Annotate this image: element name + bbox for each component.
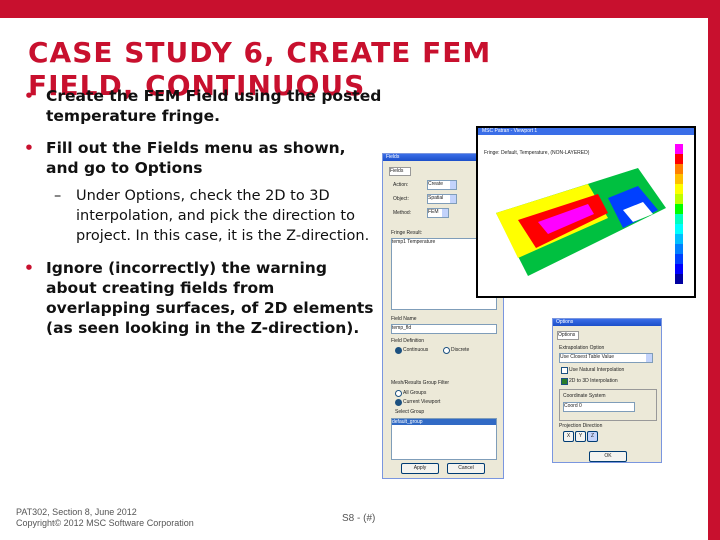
fringe-plot-svg xyxy=(496,168,666,276)
coord-label: Coordinate System xyxy=(563,393,606,399)
direction-x-button[interactable]: X xyxy=(563,431,574,442)
bullet-text: Ignore (incorrectly) the warning about c… xyxy=(46,259,374,337)
direction-z-button[interactable]: Z xyxy=(587,431,598,442)
legend-swatch xyxy=(675,254,683,264)
natural-interp-checkbox[interactable] xyxy=(561,367,568,374)
page-number: S8 - (#) xyxy=(342,513,376,524)
viewport-window: MSC Patran - Viewport 1 Fringe: Default,… xyxy=(476,126,696,298)
viewport-titlebar: MSC Patran - Viewport 1 xyxy=(478,128,694,135)
legend-swatch xyxy=(675,144,683,154)
bullet-dot-icon: • xyxy=(24,87,34,105)
interp-2d3d-label: 2D to 3D Interpolation xyxy=(569,378,618,384)
legend-swatch xyxy=(675,244,683,254)
legend-swatch xyxy=(675,184,683,194)
field-definition-label: Field Definition xyxy=(391,338,425,344)
legend-swatch xyxy=(675,234,683,244)
all-groups-radio[interactable] xyxy=(395,390,402,397)
select-group-label: Select Group xyxy=(395,409,425,415)
bullet-text: Create the FEM Field using the posted te… xyxy=(46,87,382,125)
footer-copyright: Copyright© 2012 MSC Software Corporation xyxy=(16,518,194,528)
footer: PAT302, Section 8, June 2012 Copyright© … xyxy=(16,507,194,529)
group-list[interactable]: default_group xyxy=(391,418,497,460)
current-viewport-radio[interactable] xyxy=(395,399,402,406)
cancel-button[interactable]: Cancel xyxy=(447,463,485,474)
method-label: Method: xyxy=(393,210,412,216)
coord-group: Coordinate System Coord 0 xyxy=(559,389,657,421)
right-accent-bar xyxy=(708,18,720,540)
bullet-list: • Create the FEM Field using the posted t… xyxy=(22,86,382,350)
tab-fields[interactable]: Fields xyxy=(389,167,411,176)
direction-y-button[interactable]: Y xyxy=(575,431,586,442)
field-name-input[interactable]: temp_fld xyxy=(391,324,497,334)
options-dialog-titlebar: Options xyxy=(553,319,661,326)
coord-input[interactable]: Coord 0 xyxy=(563,402,635,412)
bullet-dot-icon: • xyxy=(24,139,34,157)
sub-bullet-item: – Under Options, check the 2D to 3D inter… xyxy=(22,186,382,246)
projection-direction-label: Projection Direction xyxy=(559,423,603,429)
legend-swatch xyxy=(675,154,683,164)
action-select[interactable]: Create xyxy=(427,180,457,190)
discrete-label: Discrete xyxy=(451,347,470,353)
object-select[interactable]: Spatial xyxy=(427,194,457,204)
fringe-caption: Fringe: Default, Temperature, (NON-LAYER… xyxy=(484,150,590,156)
extrapolation-label: Extrapolation Option xyxy=(559,345,605,351)
legend-swatch xyxy=(675,214,683,224)
fringe-result-label: Fringe Result: xyxy=(391,230,423,236)
legend-swatch xyxy=(675,194,683,204)
ok-button[interactable]: OK xyxy=(589,451,627,462)
bullet-item: • Create the FEM Field using the posted t… xyxy=(22,86,382,126)
legend-swatch xyxy=(675,164,683,174)
method-select[interactable]: FEM xyxy=(427,208,449,218)
apply-button[interactable]: Apply xyxy=(401,463,439,474)
continuous-label: Continuous xyxy=(403,347,429,353)
legend-swatch xyxy=(675,174,683,184)
bullet-dot-icon: • xyxy=(24,259,34,277)
bullet-item: • Ignore (incorrectly) the warning about … xyxy=(22,258,382,338)
options-dialog: Options Options Extrapolation Option Use… xyxy=(552,318,662,463)
extrapolation-select[interactable]: Use Closest Table Value xyxy=(559,353,653,363)
natural-interp-label: Use Natural Interpolation xyxy=(569,367,625,373)
field-name-label: Field Name xyxy=(391,316,417,322)
legend-swatch xyxy=(675,204,683,214)
fringe-legend xyxy=(675,144,683,284)
object-label: Object: xyxy=(393,196,409,202)
dash-icon: – xyxy=(54,188,62,204)
group-filter-label: Mesh/Results Group Filter xyxy=(391,380,450,386)
interp-2d3d-checkbox[interactable] xyxy=(561,378,568,385)
continuous-radio[interactable] xyxy=(395,347,402,354)
legend-swatch xyxy=(675,274,683,284)
action-label: Action: xyxy=(393,182,409,188)
tab-options[interactable]: Options xyxy=(557,331,579,340)
legend-swatch xyxy=(675,224,683,234)
top-accent-bar xyxy=(0,0,720,18)
legend-swatch xyxy=(675,264,683,274)
group-list-item[interactable]: default_group xyxy=(392,419,496,425)
footer-course: PAT302, Section 8, June 2012 xyxy=(16,507,137,517)
discrete-radio[interactable] xyxy=(443,347,450,354)
sub-bullet-text: Under Options, check the 2D to 3D interp… xyxy=(76,188,370,244)
bullet-text: Fill out the Fields menu as shown, and g… xyxy=(46,139,346,177)
bullet-item: • Fill out the Fields menu as shown, and … xyxy=(22,138,382,178)
all-groups-label: All Groups xyxy=(403,390,427,396)
current-viewport-label: Current Viewport xyxy=(403,399,441,405)
